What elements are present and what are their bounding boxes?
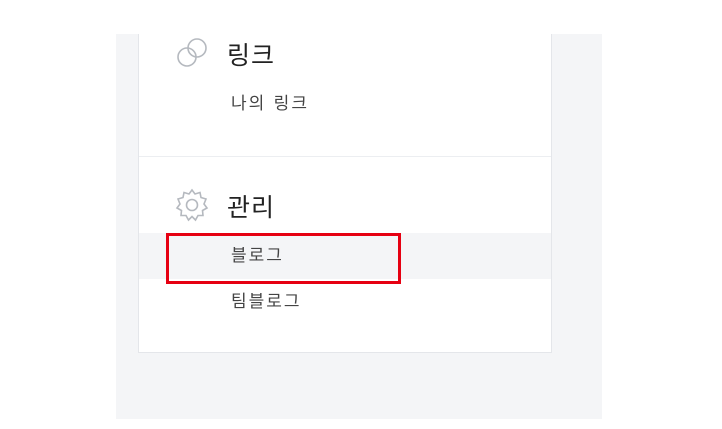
gear-icon	[175, 188, 209, 222]
menu-item-team-blog[interactable]: 팀블로그	[139, 279, 551, 325]
link-icon	[177, 38, 207, 67]
menu-item-blog[interactable]: 블로그	[139, 233, 551, 279]
section-title-manage: 관리	[227, 193, 276, 222]
section-divider	[139, 156, 551, 157]
sidebar-menu-panel: 링크 나의 링크 관리 블로그 팀블로그	[138, 34, 552, 353]
menu-item-my-links[interactable]: 나의 링크	[139, 81, 551, 127]
section-title-link: 링크	[227, 41, 276, 70]
